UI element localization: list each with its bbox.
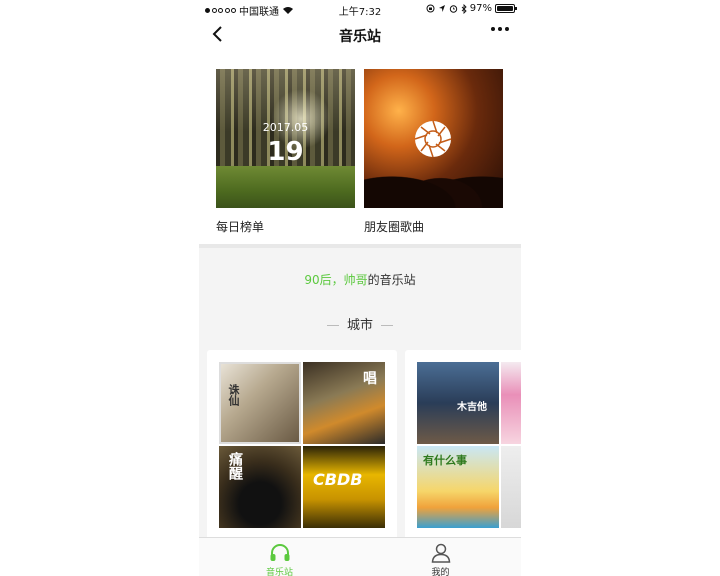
- tab-mine[interactable]: 我的: [360, 538, 521, 576]
- city-card[interactable]: 木吉他 有什么事: [405, 350, 521, 540]
- album-cover[interactable]: 木吉他: [417, 362, 499, 444]
- bluetooth-icon: [461, 3, 467, 14]
- concert-crowd: [364, 153, 503, 208]
- tab-music-station[interactable]: 音乐站: [199, 538, 360, 576]
- tab-label: 我的: [431, 568, 450, 576]
- album-cover-title: 痛醒: [227, 452, 243, 480]
- cover-grid: 木吉他 有什么事: [417, 362, 521, 528]
- section-title: 城市: [346, 318, 373, 333]
- section-header: 城市: [199, 314, 521, 333]
- more-icon[interactable]: [491, 27, 509, 31]
- status-bar: 中国联通 上午7:32 97%: [199, 0, 521, 18]
- album-cover-title: 木吉他: [457, 402, 487, 413]
- album-cover-title: 唱: [363, 371, 377, 387]
- tab-label: 音乐站: [265, 568, 293, 576]
- headphones-icon: [270, 544, 290, 561]
- city-card[interactable]: 诛仙 唱 痛醒 CBDB: [207, 350, 397, 540]
- album-cover-title: CBDB: [313, 470, 363, 489]
- cover-grid: 诛仙 唱 痛醒 CBDB: [219, 362, 385, 528]
- rotation-lock-icon: [426, 4, 435, 13]
- album-cover[interactable]: 诛仙: [219, 362, 301, 444]
- page-title: 音乐站: [339, 29, 381, 45]
- battery-percent: 97%: [469, 3, 492, 14]
- camera-shutter-icon: [414, 120, 452, 158]
- alarm-icon: [449, 5, 457, 13]
- daily-chart-card[interactable]: 2017.05 19 每日榜单: [216, 69, 355, 235]
- daily-chart-cover[interactable]: 2017.05 19: [216, 69, 355, 208]
- city-cards-row: 诛仙 唱 痛醒 CBDB 木吉他 有什么事: [207, 350, 521, 540]
- cover-day: 19: [267, 137, 304, 167]
- navigation-bar: 音乐站: [199, 18, 521, 50]
- battery-fill: [497, 6, 513, 11]
- tab-bar: 音乐站 我的: [199, 537, 521, 576]
- forest-ground: [216, 166, 355, 208]
- album-cover[interactable]: 有什么事: [417, 446, 499, 528]
- album-cover-title: 诛仙: [227, 384, 240, 406]
- phone-screen: 中国联通 上午7:32 97% 音乐站 2017.05 19 每日榜单 朋友圈歌…: [199, 0, 521, 576]
- location-icon: [438, 5, 445, 12]
- intro-line: 90后，帅哥的音乐站: [199, 271, 521, 288]
- daily-chart-label[interactable]: 每日榜单: [216, 218, 355, 235]
- album-cover[interactable]: [501, 446, 521, 528]
- cover-date: 2017.05: [262, 121, 309, 134]
- album-cover[interactable]: 痛醒: [219, 446, 301, 528]
- featured-cards: 2017.05 19 每日榜单 朋友圈歌曲: [199, 50, 521, 244]
- section-dash-left: [326, 325, 339, 326]
- intro-suffix: 的音乐站: [367, 273, 416, 287]
- status-right: 97%: [426, 3, 517, 14]
- moments-songs-cover[interactable]: [364, 69, 503, 208]
- album-cover[interactable]: [501, 362, 521, 444]
- person-icon: [431, 543, 451, 563]
- album-cover-title: 有什么事: [423, 454, 467, 467]
- album-cover[interactable]: 唱: [303, 362, 385, 444]
- user-intro: 90后，帅哥的音乐站: [199, 248, 521, 308]
- moments-songs-label[interactable]: 朋友圈歌曲: [364, 218, 503, 235]
- battery-icon: [495, 4, 517, 13]
- intro-highlight[interactable]: 90后，帅哥: [304, 273, 367, 287]
- album-cover[interactable]: CBDB: [303, 446, 385, 528]
- moments-songs-card[interactable]: 朋友圈歌曲: [364, 69, 503, 235]
- section-dash-right: [381, 325, 393, 326]
